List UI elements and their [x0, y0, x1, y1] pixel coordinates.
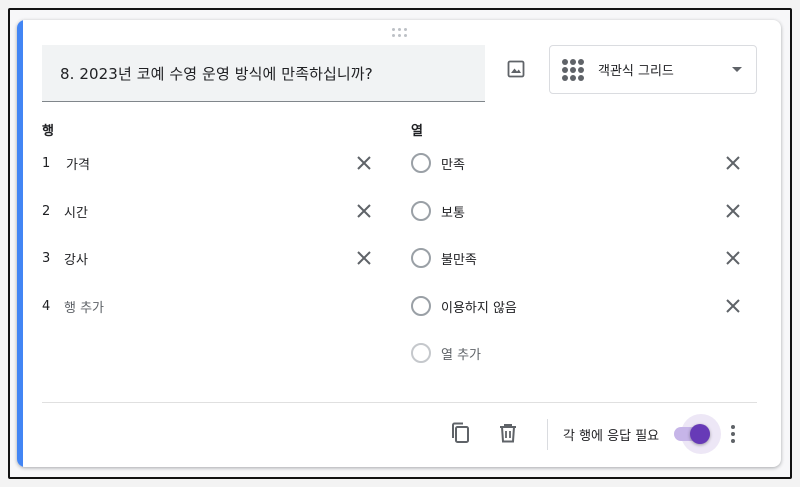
- question-title-field[interactable]: 8. 2023년 코예 수영 운영 방식에 만족하십니까?: [42, 45, 485, 102]
- add-column-label[interactable]: 열 추가: [441, 344, 481, 363]
- remove-row-button[interactable]: [352, 151, 376, 175]
- radio-circle-icon: [411, 296, 431, 316]
- footer-separator: [547, 419, 548, 450]
- copy-icon: [452, 422, 469, 443]
- column-item[interactable]: 만족: [411, 151, 465, 175]
- remove-row-button[interactable]: [352, 199, 376, 223]
- row-label[interactable]: 강사: [64, 249, 88, 268]
- question-card: 8. 2023년 코예 수영 운영 방식에 만족하십니까? 객관식 그리드 행 …: [17, 20, 781, 467]
- footer-divider: [42, 402, 757, 403]
- required-label: 각 행에 응답 필요: [563, 429, 660, 444]
- row-number: 3: [42, 250, 51, 266]
- close-icon: [357, 251, 371, 265]
- radio-circle-icon: [411, 343, 431, 363]
- column-item[interactable]: 이용하지 않음: [411, 294, 517, 318]
- question-type-dropdown[interactable]: 객관식 그리드: [549, 45, 757, 94]
- rows-heading: 행: [42, 124, 54, 139]
- remove-column-button[interactable]: [721, 294, 745, 318]
- column-label[interactable]: 이용하지 않음: [441, 297, 517, 316]
- active-accent-bar: [17, 20, 23, 467]
- column-label[interactable]: 만족: [441, 154, 465, 173]
- row-item[interactable]: 1 가격: [42, 151, 90, 175]
- image-icon: [507, 60, 525, 78]
- remove-column-button[interactable]: [721, 151, 745, 175]
- more-vertical-icon: [731, 425, 735, 443]
- radio-circle-icon: [411, 248, 431, 268]
- add-column-item[interactable]: 열 추가: [411, 341, 481, 365]
- question-type-label: 객관식 그리드: [598, 64, 674, 79]
- question-title-text: 8. 2023년 코예 수영 운영 방식에 만족하십니까?: [60, 64, 373, 83]
- column-label[interactable]: 보통: [441, 202, 465, 221]
- chevron-down-icon: [732, 67, 742, 72]
- close-icon: [357, 156, 371, 170]
- remove-column-button[interactable]: [721, 199, 745, 223]
- radio-circle-icon: [411, 153, 431, 173]
- column-item[interactable]: 보통: [411, 199, 465, 223]
- row-number: 2: [42, 203, 51, 219]
- delete-button[interactable]: [495, 420, 521, 446]
- close-icon: [357, 204, 371, 218]
- grid-dots-icon: [562, 58, 584, 81]
- more-options-button[interactable]: [723, 422, 743, 446]
- radio-circle-icon: [411, 201, 431, 221]
- add-row-item[interactable]: 4 행 추가: [42, 294, 104, 318]
- row-label[interactable]: 시간: [64, 202, 88, 221]
- column-label[interactable]: 불만족: [441, 249, 477, 268]
- row-number: 1: [42, 155, 51, 171]
- close-icon: [726, 204, 740, 218]
- remove-row-button[interactable]: [352, 246, 376, 270]
- drag-handle-icon[interactable]: [392, 28, 410, 38]
- trash-icon: [500, 424, 516, 443]
- close-icon: [726, 299, 740, 313]
- close-icon: [726, 251, 740, 265]
- close-icon: [726, 156, 740, 170]
- row-number: 4: [42, 298, 51, 314]
- required-toggle[interactable]: [667, 414, 721, 454]
- row-label[interactable]: 가격: [62, 154, 90, 173]
- column-item[interactable]: 불만족: [411, 246, 477, 270]
- add-image-button[interactable]: [503, 56, 529, 82]
- columns-heading: 열: [411, 124, 423, 139]
- row-item[interactable]: 3 강사: [42, 246, 88, 270]
- add-row-label[interactable]: 행 추가: [64, 297, 104, 316]
- duplicate-button[interactable]: [447, 420, 473, 446]
- row-item[interactable]: 2 시간: [42, 199, 88, 223]
- remove-column-button[interactable]: [721, 246, 745, 270]
